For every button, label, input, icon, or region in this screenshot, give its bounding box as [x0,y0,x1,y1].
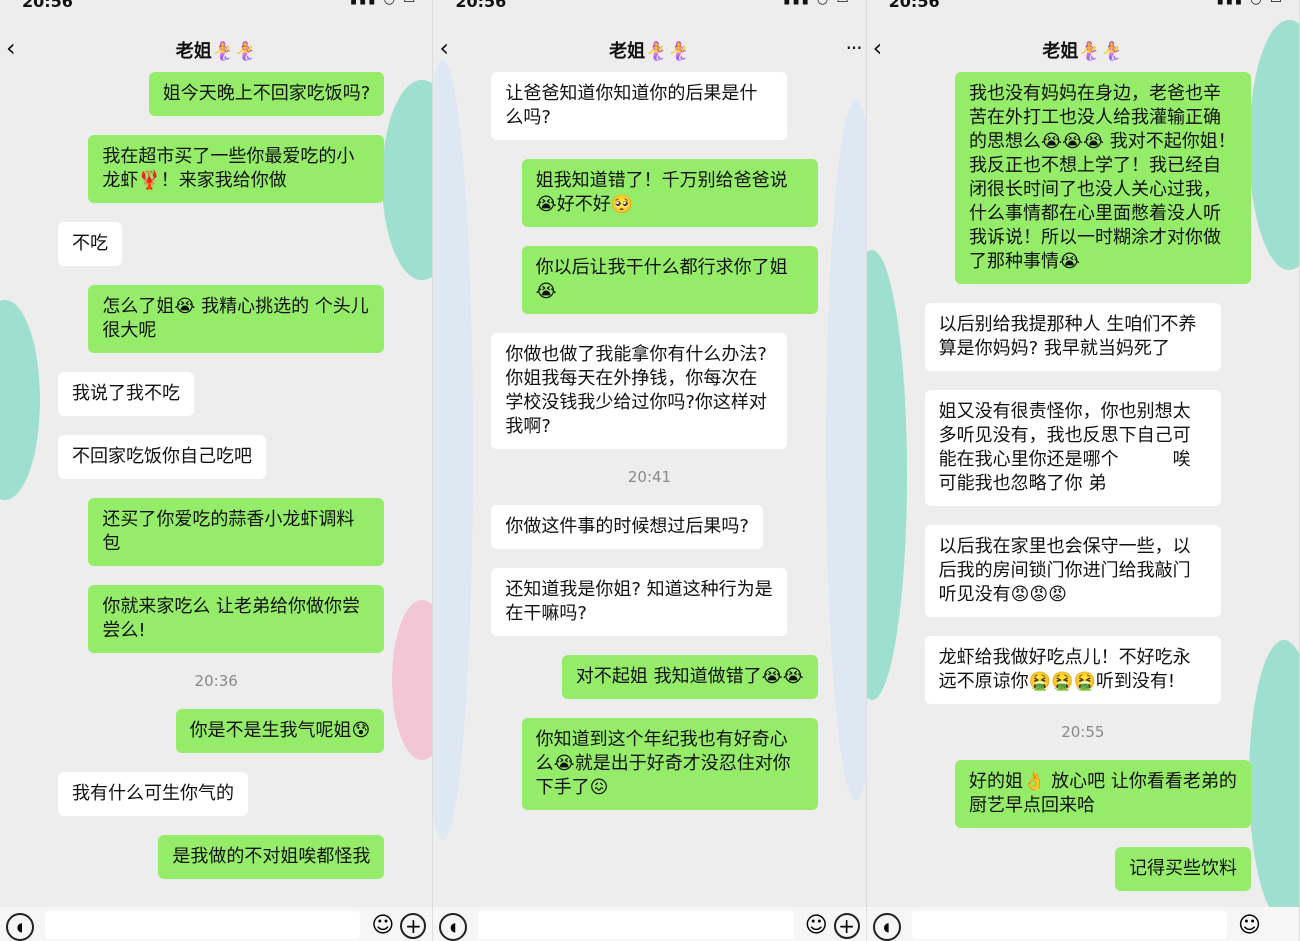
received-message-row: 你做这件事的时候想过后果吗? [433,505,865,549]
emoji-icon[interactable]: ☺ [1238,913,1261,938]
sent-message-row: 我在超市买了一些你最爱吃的小龙虾🦞！来家我给你做 [0,135,432,203]
sent-message-row: 你以后让我干什么都行求你了姐😭 [433,246,865,314]
emoji-icon[interactable]: ☺ [371,913,394,938]
message-input[interactable] [478,911,794,939]
sent-message-row: 还买了你爱吃的蒜香小龙虾调料包 [0,498,432,566]
voice-icon[interactable]: ◖ [6,913,34,941]
timestamp: 20:41 [627,468,672,486]
sent-message-bubble[interactable]: 怎么了姐😭 我精心挑选的 个头儿很大呢 [88,285,385,353]
back-icon[interactable]: ‹ [439,34,449,62]
received-message-bubble[interactable]: 我有什么可生你气的 [58,772,248,816]
sent-message-row: 你是不是生我气呢姐😰 [0,709,432,753]
sent-message-row: 好的姐👌 放心吧 让你看看老弟的厨艺早点回来哈 [867,760,1299,828]
message-list[interactable]: 我也没有妈妈在身边，老爸也辛苦在外打工也没人给我灌输正确的思想么😭😭😭 我对不起… [867,72,1299,907]
sent-message-row: 怎么了姐😭 我精心挑选的 个头儿很大呢 [0,285,432,353]
signal-wifi-battery-icon: ▮▮▮ ◔ ▭ [350,0,417,7]
sent-message-bubble[interactable]: 我也没有妈妈在身边，老爸也辛苦在外打工也没人给我灌输正确的思想么😭😭😭 我对不起… [954,72,1251,284]
received-message-row: 我说了我不吃 [0,372,432,416]
chat-panels: 20:56 ▮▮▮ ◔ ▭ ‹ 老姐🧜‍♀️🧜‍♀️ 姐今天晚上不回家吃饭吗? 我… [0,0,1300,941]
chat-header: ‹ 老姐🧜‍♀️🧜‍♀️ [0,28,432,72]
received-message-bubble[interactable]: 还知道我是你姐? 知道这种行为是在干嘛吗? [491,568,788,636]
sent-message-bubble[interactable]: 你是不是生我气呢姐😰 [175,709,385,753]
sent-message-bubble[interactable]: 你以后让我干什么都行求你了姐😭 [521,246,818,314]
received-message-row: 姐又没有很责怪你，你也别想太多听见没有，我也反思下自己可能在我心里你还是哪个 唉… [867,390,1299,506]
sent-message-row: 记得买些饮料 [867,847,1299,891]
received-message-bubble[interactable]: 你做这件事的时候想过后果吗? [491,505,763,549]
signal-wifi-battery-icon: ▮▮▮ ◔ ▭ [1217,0,1284,7]
back-icon[interactable]: ‹ [873,34,883,62]
status-bar: 20:56 ▮▮▮ ◔ ▭ [867,0,1299,11]
sent-message-bubble[interactable]: 对不起姐 我知道做错了😭😭 [561,655,818,699]
chat-panel-1: 20:56 ▮▮▮ ◔ ▭ ‹ 老姐🧜‍♀️🧜‍♀️ 姐今天晚上不回家吃饭吗? 我… [0,0,434,941]
sent-message-row: 我也没有妈妈在身边，老爸也辛苦在外打工也没人给我灌输正确的思想么😭😭😭 我对不起… [867,72,1299,284]
timestamp: 20:55 [1061,723,1105,741]
received-message-bubble[interactable]: 我说了我不吃 [58,372,194,416]
sent-message-row: 姐今天晚上不回家吃饭吗? [0,72,432,116]
received-message-row: 我有什么可生你气的 [0,772,432,816]
received-message-row: 不回家吃饭你自己吃吧 [0,435,432,479]
chat-title: 老姐🧜‍♀️🧜‍♀️ [1042,41,1124,62]
status-time: 20:56 [22,0,73,11]
sent-message-bubble[interactable]: 是我做的不对姐唉都怪我 [158,835,385,879]
timestamp: 20:36 [194,672,238,690]
back-icon[interactable]: ‹ [6,34,16,62]
voice-icon[interactable]: ◖ [439,913,468,941]
chat-panel-3: 20:56 ▮▮▮ ◔ ▭ ‹ 老姐🧜‍♀️🧜‍♀️ 我也没有妈妈在身边，老爸也… [866,0,1300,941]
received-message-row: 让爸爸知道你知道你的后果是什么吗? [433,72,865,140]
input-bar: ◖ ☺ + [433,907,866,941]
input-bar: ◖ ☺ [866,907,1299,941]
emoji-icon[interactable]: ☺ [805,913,828,938]
sent-message-bubble[interactable]: 你知道到这个年纪我也有好奇心么😭就是出于好奇才没忍住对你下手了😖 [521,718,818,810]
chat-header: ‹ 老姐🧜‍♀️🧜‍♀️ ··· [433,28,865,72]
plus-icon[interactable]: + [833,913,860,939]
status-time: 20:56 [888,0,940,11]
received-message-bubble[interactable]: 让爸爸知道你知道你的后果是什么吗? [491,72,788,140]
voice-icon[interactable]: ◖ [872,913,901,941]
sent-message-row: 姐我知道错了！千万别给爸爸说😭好不好🥺 [433,159,865,227]
sent-message-bubble[interactable]: 记得买些饮料 [1114,847,1251,891]
received-message-bubble[interactable]: 不吃 [58,222,122,266]
received-message-bubble[interactable]: 姐又没有很责怪你，你也别想太多听见没有，我也反思下自己可能在我心里你还是哪个 唉… [924,390,1221,506]
input-bar: ◖ ☺ + [0,907,433,941]
chat-title: 老姐🧜‍♀️🧜‍♀️ [609,41,690,62]
sent-message-bubble[interactable]: 你就来家吃么 让老弟给你做你尝尝么! [88,585,385,653]
sent-message-bubble[interactable]: 姐今天晚上不回家吃饭吗? [148,72,385,116]
sent-message-bubble[interactable]: 好的姐👌 放心吧 让你看看老弟的厨艺早点回来哈 [954,760,1251,828]
message-input[interactable] [911,911,1227,939]
received-message-row: 不吃 [0,222,432,266]
received-message-bubble[interactable]: 以后我在家里也会保守一些，以后我的房间锁门你进门给我敲门听见没有😡😡😡 [924,525,1221,617]
sent-message-bubble[interactable]: 我在超市买了一些你最爱吃的小龙虾🦞！来家我给你做 [88,135,385,203]
message-list[interactable]: 姐今天晚上不回家吃饭吗? 我在超市买了一些你最爱吃的小龙虾🦞！来家我给你做不吃怎么… [0,72,432,907]
received-message-bubble[interactable]: 不回家吃饭你自己吃吧 [58,435,266,479]
more-icon[interactable]: ··· [846,36,863,60]
status-time: 20:56 [455,0,507,11]
received-message-row: 以后别给我提那种人 生咱们不养算是你妈妈? 我早就当妈死了 [867,303,1299,371]
status-bar: 20:56 ▮▮▮ ◔ ▭ [433,0,865,11]
received-message-row: 龙虾给我做好吃点儿！不好吃永远不原谅你🤮🤮🤮听到没有! [867,636,1299,704]
chat-header: ‹ 老姐🧜‍♀️🧜‍♀️ [867,28,1299,72]
sent-message-row: 你知道到这个年纪我也有好奇心么😭就是出于好奇才没忍住对你下手了😖 [433,718,865,810]
received-message-bubble[interactable]: 龙虾给我做好吃点儿！不好吃永远不原谅你🤮🤮🤮听到没有! [924,636,1221,704]
signal-wifi-battery-icon: ▮▮▮ ◔ ▭ [783,0,850,7]
plus-icon[interactable]: + [400,913,427,939]
sent-message-bubble[interactable]: 姐我知道错了！千万别给爸爸说😭好不好🥺 [521,159,818,227]
sent-message-row: 你就来家吃么 让老弟给你做你尝尝么! [0,585,432,653]
received-message-bubble[interactable]: 你做也做了我能拿你有什么办法?你姐我每天在外挣钱，你每次在学校没钱我少给过你吗?… [491,333,788,449]
received-message-row: 你做也做了我能拿你有什么办法?你姐我每天在外挣钱，你每次在学校没钱我少给过你吗?… [433,333,865,449]
received-message-row: 还知道我是你姐? 知道这种行为是在干嘛吗? [433,568,865,636]
chat-title: 老姐🧜‍♀️🧜‍♀️ [175,41,257,62]
message-input[interactable] [45,911,361,939]
status-bar: 20:56 ▮▮▮ ◔ ▭ [0,0,432,11]
sent-message-bubble[interactable]: 还买了你爱吃的蒜香小龙虾调料包 [88,498,385,566]
received-message-row: 以后我在家里也会保守一些，以后我的房间锁门你进门给我敲门听见没有😡😡😡 [867,525,1299,617]
message-list[interactable]: 让爸爸知道你知道你的后果是什么吗? 姐我知道错了！千万别给爸爸说😭好不好🥺 你以后让… [433,72,865,907]
chat-panel-2: 20:56 ▮▮▮ ◔ ▭ ‹ 老姐🧜‍♀️🧜‍♀️ ··· 让爸爸知道你知道你… [433,0,867,941]
sent-message-row: 是我做的不对姐唉都怪我 [0,835,432,879]
sent-message-row: 对不起姐 我知道做错了😭😭 [433,655,865,699]
received-message-bubble[interactable]: 以后别给我提那种人 生咱们不养算是你妈妈? 我早就当妈死了 [924,303,1221,371]
